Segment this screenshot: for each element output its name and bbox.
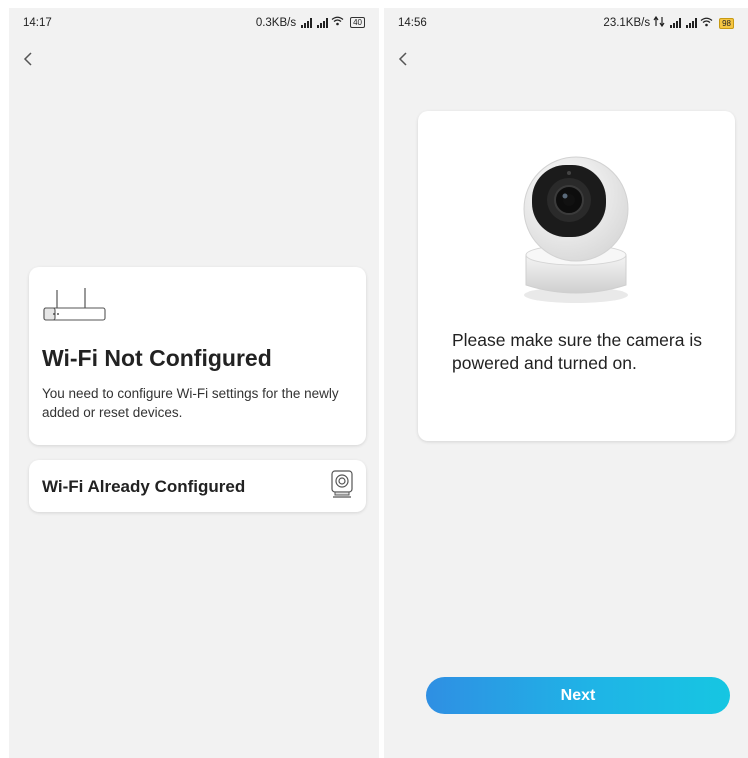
chevron-left-icon — [398, 52, 407, 66]
right-screen: 14:56 23.1KB/s 98 Please make sure the c… — [384, 8, 748, 758]
back-button[interactable] — [23, 50, 33, 70]
signal-icon — [317, 17, 329, 28]
data-transfer-icon — [653, 15, 665, 30]
back-button[interactable] — [398, 50, 408, 70]
signal-icon — [301, 17, 313, 28]
battery-icon: 40 — [350, 17, 365, 28]
camera-image — [514, 145, 638, 310]
wifi-icon — [700, 17, 713, 30]
status-time: 14:56 — [398, 17, 427, 29]
wifi-icon — [331, 16, 344, 29]
left-screen: 14:17 0.3KB/s 40 Wi-Fi Not Configured Yo… — [9, 8, 379, 758]
battery-icon: 98 — [719, 17, 734, 29]
net-speed: 0.3KB/s — [255, 16, 297, 29]
status-time: 14:17 — [23, 17, 52, 29]
camera-power-card: Please make sure the camera is powered a… — [418, 111, 735, 441]
next-button[interactable]: Next — [426, 677, 730, 714]
wifi-already-configured-card[interactable]: Wi-Fi Already Configured — [29, 460, 366, 512]
wifi-not-configured-card[interactable]: Wi-Fi Not Configured You need to configu… — [29, 267, 366, 445]
wifi-not-configured-description: You need to configure Wi-Fi settings for… — [42, 386, 339, 420]
router-icon — [42, 287, 108, 328]
status-indicators: 23.1KB/s 98 — [603, 15, 734, 30]
wifi-not-configured-title: Wi-Fi Not Configured — [42, 345, 272, 371]
chevron-left-icon — [23, 52, 32, 66]
status-bar: 14:17 0.3KB/s 40 — [9, 8, 379, 38]
camera-power-message: Please make sure the camera is powered a… — [452, 330, 702, 373]
status-indicators: 0.3KB/s 40 — [256, 16, 365, 29]
status-bar: 14:56 23.1KB/s 98 — [384, 8, 748, 38]
wifi-already-configured-label: Wi-Fi Already Configured — [42, 477, 246, 496]
net-speed: 23.1KB/s — [603, 17, 651, 29]
camera-icon — [331, 470, 353, 503]
signal-icon — [686, 18, 698, 28]
signal-icon — [670, 18, 682, 28]
